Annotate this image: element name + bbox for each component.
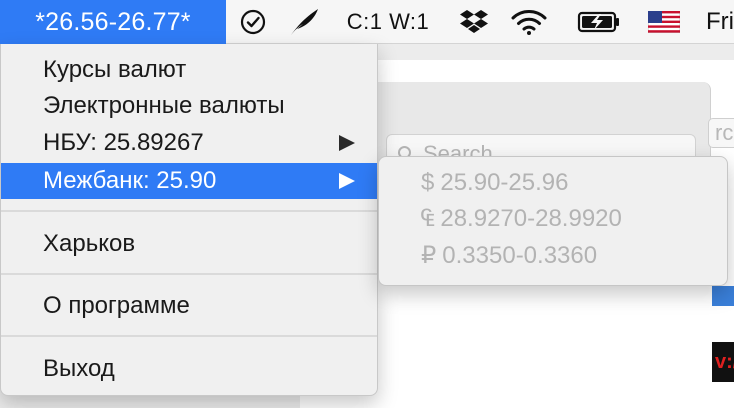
- menu-item-label: Курсы валют: [43, 56, 187, 83]
- background-search-field-edge[interactable]: rch: [708, 118, 734, 148]
- menu-item-exchange-rates[interactable]: Курсы валют: [1, 52, 377, 88]
- battery-charging-icon[interactable]: [574, 0, 624, 44]
- interbank-submenu: $25.90-25.96 ₠ 28.9270-28.9920 ₽0.3350-0.…: [378, 156, 728, 286]
- exchange-rate-menu: Курсы валют Электронные валюты НБУ: 25.8…: [0, 44, 378, 396]
- menu-item-label: Электронные валюты: [43, 92, 285, 119]
- dollar-symbol: $: [421, 169, 435, 196]
- menu-separator: [1, 273, 377, 275]
- menu-item-label: Харьков: [43, 230, 136, 257]
- menu-bar: *26.56-26.77* C:1 W:1 Fri: [0, 0, 734, 44]
- checkmark-circle-icon[interactable]: [236, 0, 270, 44]
- menu-item-label: Выход: [43, 355, 115, 382]
- menu-item-about[interactable]: О программе: [1, 288, 377, 324]
- euro-symbol: ₠: [421, 205, 435, 232]
- us-flag-icon[interactable]: [644, 0, 684, 44]
- exchange-rate-status-item[interactable]: *26.56-26.77*: [0, 0, 226, 44]
- menu-item-kharkiv[interactable]: Харьков: [1, 226, 377, 262]
- menu-separator: [1, 210, 377, 212]
- menu-item-label: НБУ: 25.89267: [43, 129, 204, 156]
- submenu-arrow-icon: [339, 135, 355, 151]
- submenu-arrow-icon: [339, 173, 355, 189]
- submenu-item-eur: ₠ 28.9270-28.9920: [379, 201, 727, 237]
- feather-icon[interactable]: [284, 0, 324, 44]
- menu-item-e-currencies[interactable]: Электронные валюты: [1, 88, 377, 124]
- wifi-icon[interactable]: [506, 0, 552, 44]
- submenu-item-label: 25.90-25.96: [440, 169, 569, 196]
- menu-separator: [1, 335, 377, 337]
- submenu-item-label: 28.9270-28.9920: [440, 205, 622, 232]
- background-red-text: v:/: [712, 342, 734, 382]
- menu-item-label: О программе: [43, 292, 190, 319]
- menu-item-interbank[interactable]: Межбанк: 25.90: [1, 163, 377, 199]
- dropbox-icon[interactable]: [454, 0, 494, 44]
- background-blue-bar: [712, 286, 734, 306]
- clock-day[interactable]: Fri: [706, 0, 734, 44]
- ruble-symbol: ₽: [421, 242, 437, 269]
- status-counter[interactable]: C:1 W:1: [338, 0, 438, 44]
- menu-item-label: Межбанк: 25.90: [43, 167, 217, 194]
- submenu-item-rub: ₽0.3350-0.3360: [379, 238, 727, 274]
- submenu-item-label: 0.3350-0.3360: [442, 242, 598, 269]
- submenu-item-usd: $25.90-25.96: [379, 165, 727, 201]
- menu-item-nbu[interactable]: НБУ: 25.89267: [1, 125, 377, 161]
- menu-item-quit[interactable]: Выход: [1, 351, 377, 387]
